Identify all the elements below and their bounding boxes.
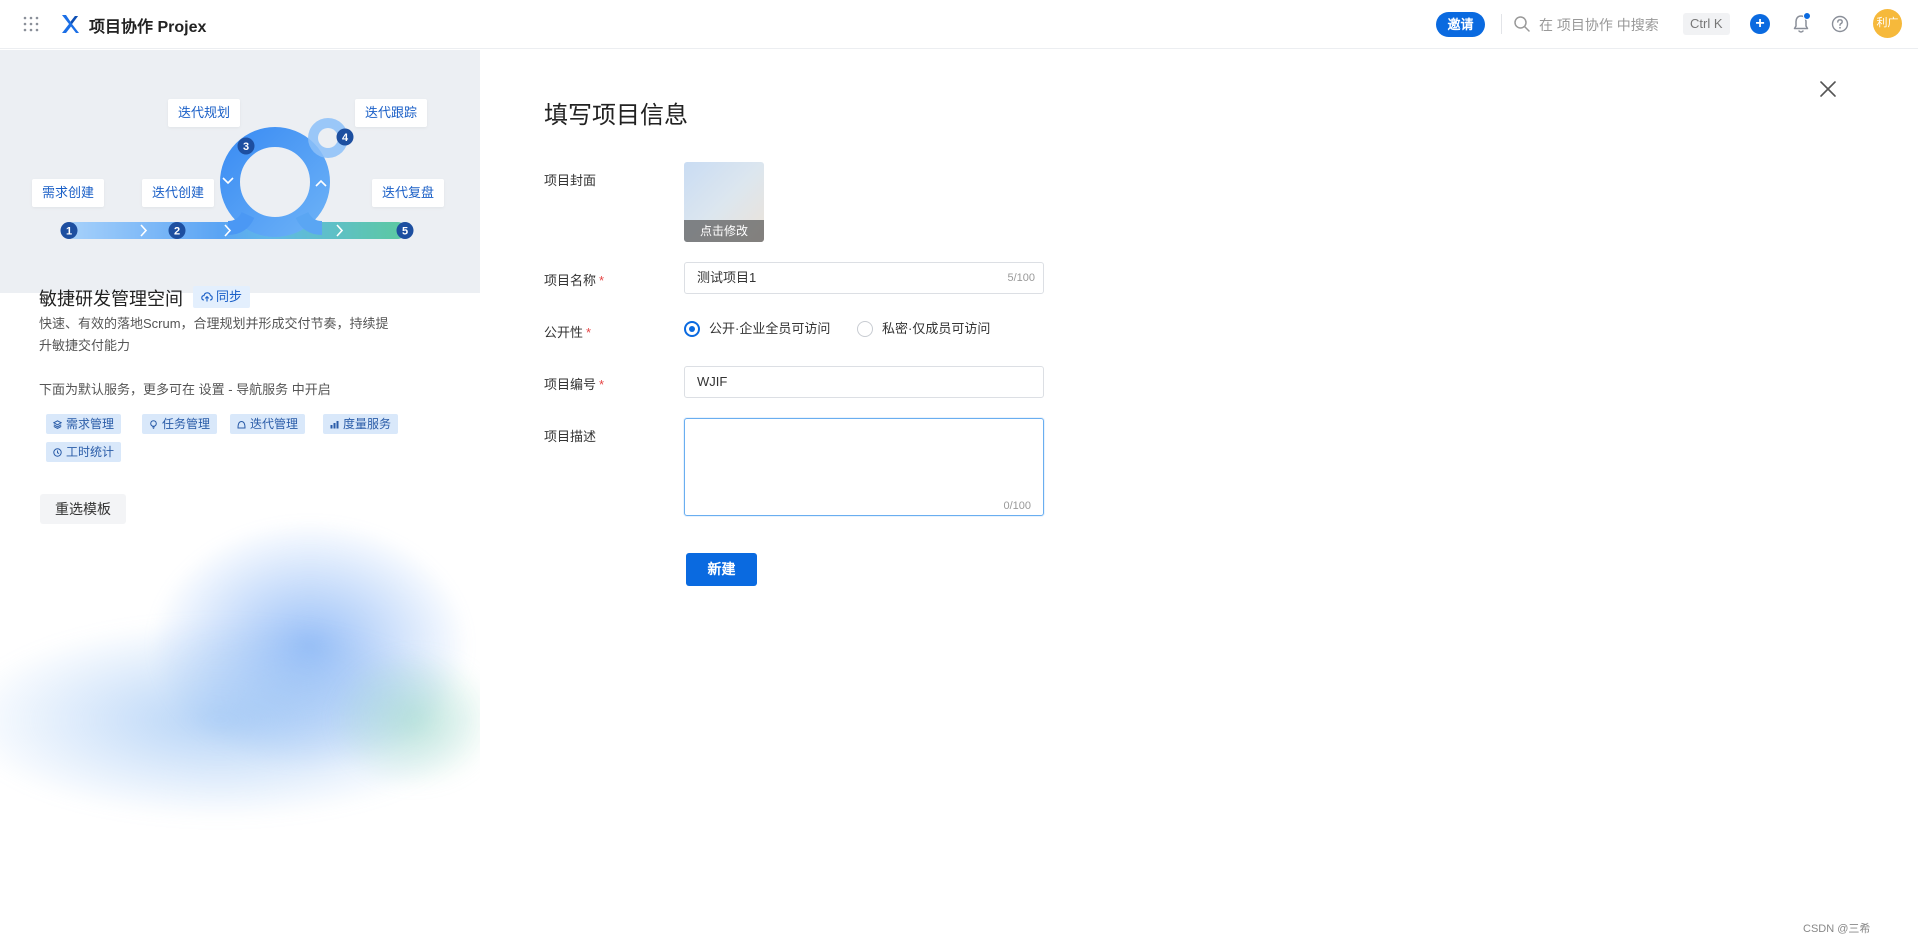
description-label: 项目描述 [544, 429, 597, 444]
change-cover-button[interactable]: 点击修改 [684, 220, 764, 242]
search-icon[interactable] [1513, 15, 1531, 33]
radio-dot [857, 321, 873, 337]
project-name-input[interactable]: 测试项目1 5/100 [684, 262, 1044, 294]
top-bar: 项目协作 Projex 邀请 在 项目协作 中搜索 Ctrl K + 利广 [0, 0, 1918, 49]
visibility-label: 公开性 * [544, 325, 592, 340]
project-code-input[interactable]: WJIF [684, 366, 1044, 398]
services-hint: 下面为默认服务，更多可在 设置 - 导航服务 中开启 [39, 382, 331, 397]
workflow-diagram: 1 2 3 4 5 [60, 118, 414, 239]
required-mark: * [586, 325, 592, 340]
form-title: 填写项目信息 [544, 102, 688, 129]
search-shortcut-hint: Ctrl K [1683, 13, 1730, 35]
step-number-2: 2 [174, 226, 180, 238]
step-number-5: 5 [402, 226, 408, 238]
add-button[interactable]: + [1750, 14, 1770, 34]
step-number-4: 4 [342, 132, 349, 144]
visibility-public-radio[interactable]: 公开·企业全员可访问 [684, 320, 830, 338]
step-label-iteration-review: 迭代复盘 [372, 179, 445, 207]
name-label: 项目名称 * [544, 273, 605, 288]
cover-label: 项目封面 [544, 173, 597, 188]
bar-chart-icon [330, 421, 339, 429]
project-description-textarea[interactable]: 0/100 [684, 418, 1044, 516]
step-number-3: 3 [243, 141, 249, 153]
invite-button[interactable]: 邀请 [1436, 12, 1485, 37]
sync-badge[interactable]: 同步 [193, 286, 251, 308]
bulb-icon [150, 420, 157, 429]
user-avatar[interactable]: 利广 [1873, 9, 1902, 38]
visibility-private-radio[interactable]: 私密·仅成员可访问 [857, 320, 990, 338]
watermark: CSDN @三希 [1803, 923, 1871, 935]
project-name-value: 测试项目1 [697, 270, 757, 285]
service-tag-requirements: 需求管理 [46, 414, 122, 434]
apps-grid-icon[interactable] [23, 16, 39, 32]
help-icon[interactable] [1830, 14, 1850, 34]
project-cover-image[interactable]: 点击修改 [684, 162, 764, 242]
description-char-counter: 0/100 [1003, 500, 1031, 512]
close-icon[interactable] [1819, 80, 1837, 98]
step-label-iteration-create: 迭代创建 [142, 179, 215, 207]
layers-icon [52, 420, 63, 429]
step-label-iteration-plan: 迭代规划 [168, 99, 241, 127]
required-mark: * [599, 273, 605, 288]
radio-dot [684, 321, 700, 337]
clock-icon [53, 448, 62, 457]
reselect-template-button[interactable]: 重选模板 [40, 494, 126, 524]
topbar-divider [1501, 14, 1502, 34]
brand-name[interactable]: 项目协作 Projex [89, 13, 206, 37]
template-description: 快速、有效的落地Scrum，合理规划并形成交付节奏，持续提升敏捷交付能力 [39, 316, 389, 353]
iteration-icon [237, 420, 246, 429]
step-label-iteration-track: 迭代跟踪 [355, 99, 428, 127]
workflow-illustration: 1 2 3 4 5 需求创建 迭代创建 迭代规划 迭代跟踪 迭代复盘 [0, 50, 480, 293]
notification-dot [1803, 12, 1811, 20]
project-code-value: WJIF [697, 374, 728, 389]
projex-logo-icon [62, 15, 79, 33]
step-number-1: 1 [66, 226, 72, 238]
service-tag-metrics: 度量服务 [323, 414, 399, 434]
service-tag-tasks: 任务管理 [142, 414, 218, 434]
search-input[interactable]: 在 项目协作 中搜索 [1539, 15, 1659, 35]
step-label-requirement-create: 需求创建 [32, 179, 105, 207]
name-char-counter: 5/100 [1007, 272, 1035, 284]
decorative-glow [0, 510, 480, 890]
template-title: 敏捷研发管理空间 [39, 289, 183, 309]
required-mark: * [599, 377, 605, 392]
service-tag-timesheet: 工时统计 [46, 442, 122, 462]
service-tag-iterations: 迭代管理 [230, 414, 306, 434]
create-project-button[interactable]: 新建 [686, 553, 757, 586]
code-label: 项目编号 * [544, 377, 605, 392]
cloud-upload-icon [201, 292, 213, 302]
sync-label: 同步 [216, 289, 243, 304]
